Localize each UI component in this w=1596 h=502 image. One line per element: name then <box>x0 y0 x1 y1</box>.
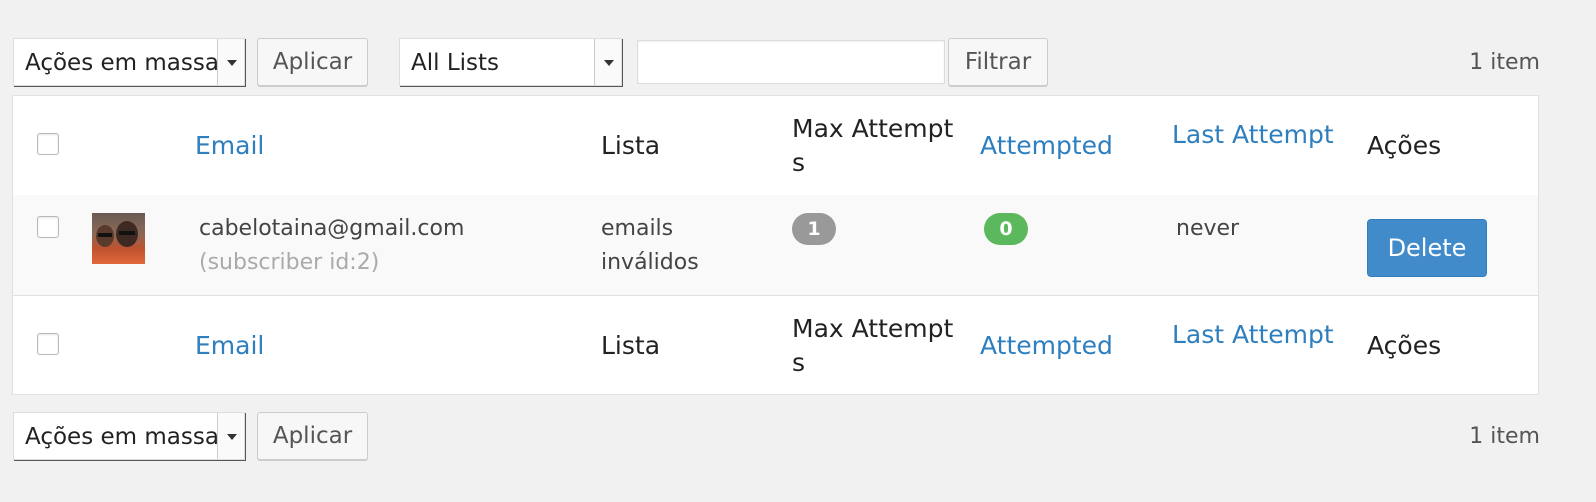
column-email-footer[interactable]: Email <box>195 329 264 363</box>
row-subscriber-id: (subscriber id:2) <box>199 250 380 275</box>
list-filter-value: All Lists <box>411 50 500 76</box>
chevron-down-icon <box>217 39 244 85</box>
chevron-down-icon <box>594 39 621 85</box>
avatar <box>92 213 145 264</box>
row-email: cabelotaina@gmail.com <box>199 216 465 241</box>
bulk-actions-select[interactable]: Ações em massa <box>13 38 245 86</box>
select-all-checkbox[interactable] <box>37 133 59 155</box>
row-last-attempt: never <box>1176 216 1240 241</box>
column-last-attempt[interactable]: Last Attempt <box>1172 118 1334 152</box>
tablenav-top: Ações em massa Aplicar All Lists Filtrar… <box>0 38 1596 88</box>
bulk-actions-select-bottom[interactable]: Ações em massa <box>13 412 245 460</box>
column-max-attempts-line1: Max Attempt <box>792 114 954 143</box>
bulk-actions-value: Ações em massa <box>25 50 219 76</box>
column-list: Lista <box>601 131 661 160</box>
column-max-attempts-footer-line2: s <box>792 348 806 377</box>
item-count: 1 item <box>1469 50 1540 75</box>
column-actions-footer: Ações <box>1367 331 1442 360</box>
column-max-attempts: Max Attempt s <box>792 112 953 180</box>
chevron-down-icon <box>217 413 244 459</box>
column-attempted-footer[interactable]: Attempted <box>980 329 1113 363</box>
table-row: cabelotaina@gmail.com (subscriber id:2) … <box>13 195 1538 296</box>
delete-button[interactable]: Delete <box>1367 219 1487 277</box>
filter-button[interactable]: Filtrar <box>948 38 1048 86</box>
item-count-bottom: 1 item <box>1469 424 1540 449</box>
column-email[interactable]: Email <box>195 129 264 163</box>
column-max-attempts-footer: Max Attempt s <box>792 312 953 380</box>
subscribers-table: Email Lista Max Attempt s Attempted Last… <box>12 95 1539 395</box>
bulk-actions-value-bottom: Ações em massa <box>25 424 219 450</box>
apply-button[interactable]: Aplicar <box>257 38 368 86</box>
column-max-attempts-line2: s <box>792 148 806 177</box>
row-list-line1: emails <box>601 216 674 241</box>
table-footer-row: Email Lista Max Attempt s Attempted Last… <box>13 296 1538 395</box>
apply-button-bottom[interactable]: Aplicar <box>257 412 368 460</box>
column-actions: Ações <box>1367 131 1442 160</box>
attempted-badge: 0 <box>984 213 1028 245</box>
column-last-attempt-footer[interactable]: Last Attempt <box>1172 318 1334 352</box>
row-list-line2: inválidos <box>601 250 699 275</box>
select-all-checkbox-footer[interactable] <box>37 333 59 355</box>
tablenav-bottom: Ações em massa Aplicar 1 item <box>0 412 1596 462</box>
max-attempts-badge: 1 <box>792 213 836 245</box>
filter-input[interactable] <box>637 40 945 84</box>
table-header-row: Email Lista Max Attempt s Attempted Last… <box>13 96 1538 196</box>
column-attempted[interactable]: Attempted <box>980 129 1113 163</box>
list-filter-select[interactable]: All Lists <box>399 38 622 86</box>
column-max-attempts-footer-line1: Max Attempt <box>792 314 954 343</box>
row-checkbox[interactable] <box>37 216 59 238</box>
column-list-footer: Lista <box>601 331 661 360</box>
